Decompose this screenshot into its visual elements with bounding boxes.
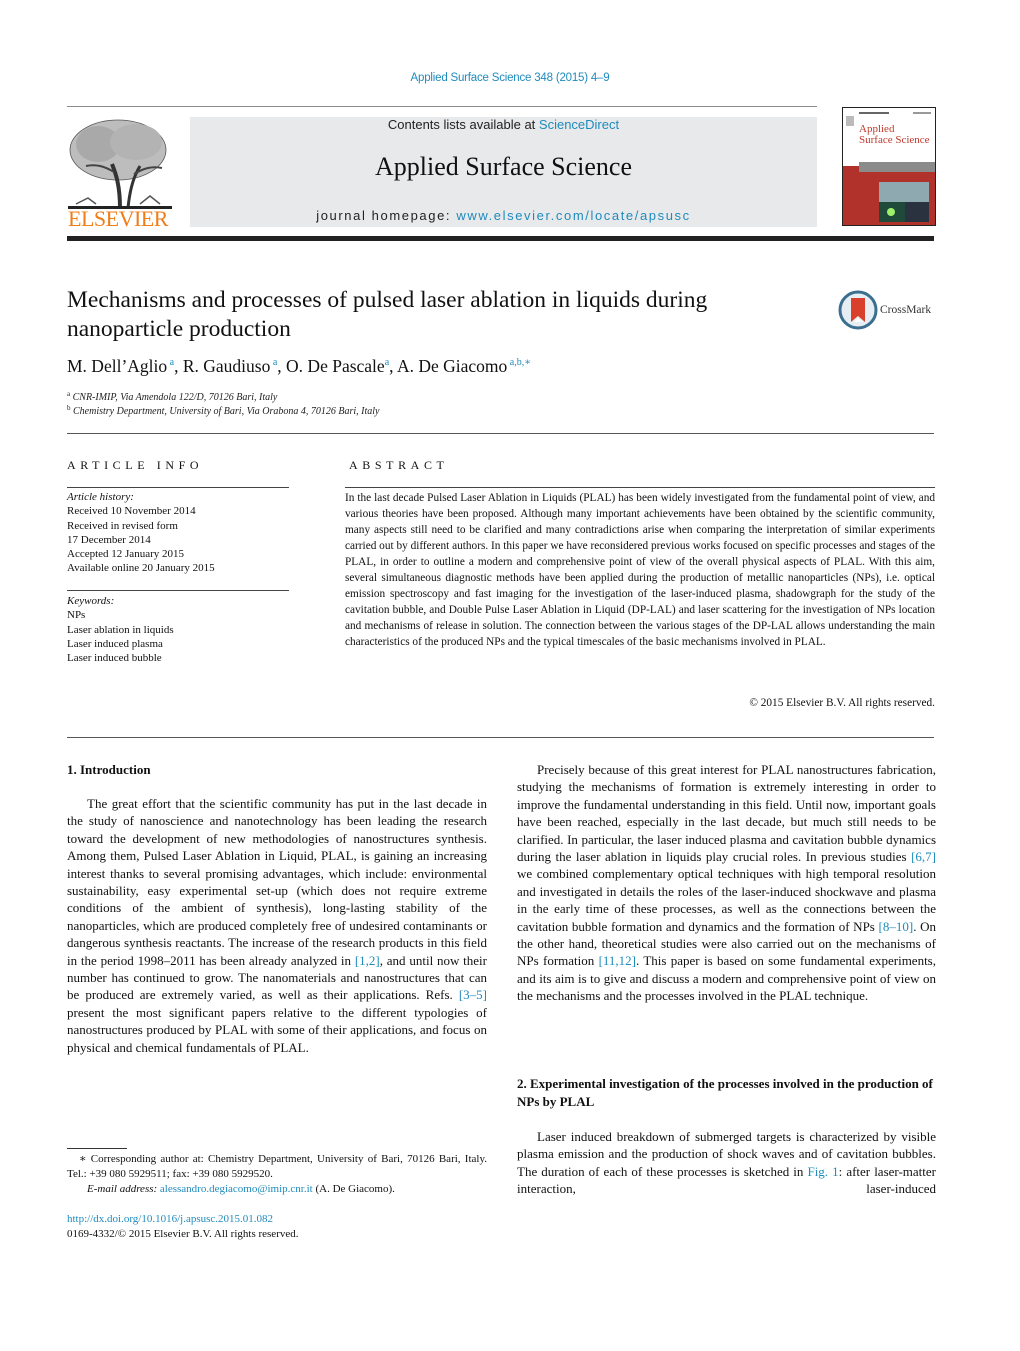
cover-logo-icon [846, 116, 854, 126]
paragraph: The great effort that the scientific com… [67, 796, 487, 1055]
crossmark-icon [838, 290, 878, 330]
history-item: Received 10 November 2014 [67, 505, 196, 518]
elsevier-tree-icon [68, 119, 172, 209]
homepage-prefix: journal homepage: [316, 208, 457, 223]
journal-title: Applied Surface Science [374, 152, 632, 181]
journal-homepage: journal homepage: www.elsevier.com/locat… [190, 208, 817, 223]
abstract-copyright: © 2015 Elsevier B.V. All rights reserved… [749, 697, 935, 709]
cover-title: Applied Surface Science [859, 123, 930, 146]
cover-header-bar [859, 112, 889, 114]
divider [67, 737, 934, 738]
author-affiliation-mark[interactable]: a [270, 357, 277, 368]
citation-link[interactable]: [8–10] [879, 919, 914, 934]
contents-prefix: Contents lists available at [387, 117, 539, 132]
citation-link[interactable]: [1,2] [355, 953, 380, 968]
article-info-heading: ARTICLE INFO [67, 458, 204, 472]
crossmark-button[interactable]: CrossMark [838, 288, 938, 332]
body-column-right: Precisely because of this great interest… [517, 761, 936, 1005]
keywords: Keywords: NPs Laser ablation in liquids … [67, 594, 174, 665]
history-item: Accepted 12 January 2015 [67, 548, 184, 561]
email-label: E-mail address: [87, 1183, 160, 1195]
cover-header-bar [913, 112, 931, 114]
keyword: Laser induced bubble [67, 652, 162, 665]
journal-reference[interactable]: Applied Surface Science 348 (2015) 4–9 [0, 72, 1020, 84]
citation-link[interactable]: [11,12] [599, 953, 636, 968]
history-item: Received in revised form [67, 519, 178, 532]
article-history-label: Article history: [67, 491, 134, 503]
body-column-right-section2: Laser induced breakdown of submerged tar… [517, 1128, 936, 1198]
paragraph: Precisely because of this great interest… [517, 762, 937, 1004]
section-heading-experimental: 2. Experimental investigation of the pro… [517, 1076, 933, 1109]
author-affiliation-mark[interactable]: a,b,∗ [507, 357, 531, 368]
author[interactable]: R. Gaudiuso [183, 356, 271, 376]
section-heading-introduction: 1. Introduction [67, 762, 151, 777]
figure-link[interactable]: Fig. 1 [807, 1164, 838, 1179]
keyword: Laser induced plasma [67, 637, 163, 650]
elsevier-logo[interactable]: ELSEVIER [66, 116, 172, 231]
issn-copyright: 0169-4332/© 2015 Elsevier B.V. All right… [67, 1228, 299, 1240]
doi-block: http://dx.doi.org/10.1016/j.apsusc.2015.… [67, 1212, 299, 1242]
cover-photo [905, 202, 929, 222]
cover-grey-band [859, 162, 935, 172]
sciencedirect-link[interactable]: ScienceDirect [539, 117, 619, 132]
author-affiliation-mark[interactable]: a [385, 357, 389, 368]
header-top-rule [67, 106, 817, 107]
author-list: M. Dell’Aglio a, R. Gaudiuso a, O. De Pa… [67, 356, 532, 376]
doi-link[interactable]: http://dx.doi.org/10.1016/j.apsusc.2015.… [67, 1213, 273, 1225]
author[interactable]: A. De Giacomo [397, 356, 507, 376]
corresponding-author-note: ∗ Corresponding author at: Chemistry Dep… [67, 1153, 487, 1180]
keyword: NPs [67, 609, 86, 622]
keyword: Laser ablation in liquids [67, 623, 174, 636]
header-thick-rule [67, 236, 934, 241]
author[interactable]: M. Dell’Aglio [67, 356, 167, 376]
cover-glow [887, 208, 895, 216]
homepage-link[interactable]: www.elsevier.com/locate/apsusc [456, 208, 690, 223]
abstract-text: In the last decade Pulsed Laser Ablation… [345, 492, 935, 648]
affiliation: a CNR-IMIP, Via Amendola 122/D, 70126 Ba… [67, 390, 278, 403]
history-item: Available online 20 January 2015 [67, 562, 215, 575]
keywords-label: Keywords: [67, 595, 115, 607]
crossmark-label: CrossMark [880, 304, 932, 316]
contents-line: Contents lists available at ScienceDirec… [190, 117, 817, 132]
history-item: 17 December 2014 [67, 533, 151, 546]
cover-photo [879, 182, 929, 202]
email-link[interactable]: alessandro.degiacomo@imip.cnr.it [160, 1183, 313, 1195]
citation-link[interactable]: [3–5] [459, 987, 487, 1002]
body-column-left: The great effort that the scientific com… [67, 795, 487, 1056]
abstract-heading: ABSTRACT [349, 458, 449, 472]
email-suffix: (A. De Giacomo). [312, 1183, 395, 1195]
author-affiliation-mark[interactable]: a [167, 357, 174, 368]
article-history: Article history: Received 10 November 20… [67, 490, 215, 576]
citation-link[interactable]: [6,7] [911, 849, 936, 864]
journal-cover-image[interactable]: Applied Surface Science [842, 107, 936, 226]
paragraph: Laser induced breakdown of submerged tar… [517, 1129, 937, 1197]
elsevier-wordmark: ELSEVIER [68, 206, 168, 231]
article-title: Mechanisms and processes of pulsed laser… [67, 287, 708, 342]
divider [67, 433, 934, 434]
divider [67, 590, 289, 591]
footnote-rule [67, 1148, 127, 1149]
email-note: E-mail address: alessandro.degiacomo@imi… [67, 1182, 507, 1197]
divider [67, 487, 289, 488]
affiliation: b Chemistry Department, University of Ba… [67, 404, 380, 417]
divider [345, 487, 935, 488]
author[interactable]: O. De Pascale [286, 356, 385, 376]
